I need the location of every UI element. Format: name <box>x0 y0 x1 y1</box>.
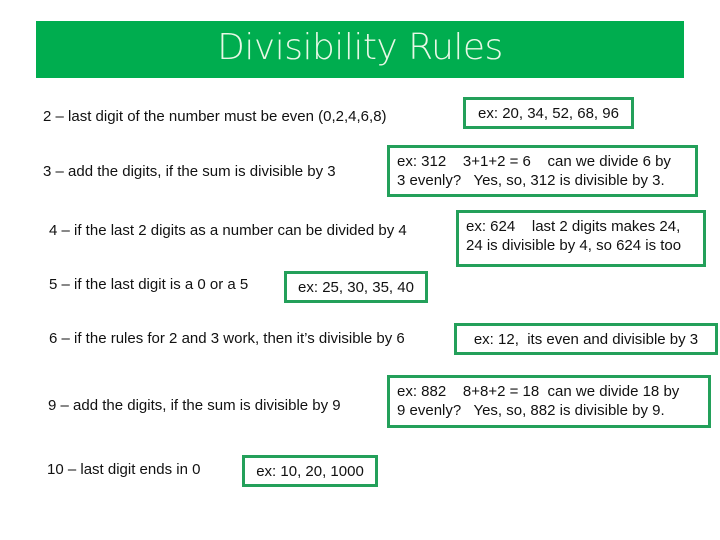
rule-5-example-box: ex: 25, 30, 35, 40 <box>284 271 428 303</box>
rule-6-example-line-1: ex: 12, its even and divisible by 3 <box>473 330 699 348</box>
rule-3-example-box: ex: 312 3+1+2 = 6 can we divide 6 by 3 e… <box>387 145 698 197</box>
rule-4-example-box: ex: 624 last 2 digits makes 24, 24 is di… <box>456 210 706 267</box>
rule-3-text: 3 – add the digits, if the sum is divisi… <box>43 163 336 180</box>
rule-6-text: 6 – if the rules for 2 and 3 work, then … <box>49 330 405 347</box>
rule-4-example-line-1: ex: 624 last 2 digits makes 24, <box>466 218 681 235</box>
rule-9-example-line-1: ex: 882 8+8+2 = 18 can we divide 18 by <box>397 383 680 400</box>
rule-6-example-box: ex: 12, its even and divisible by 3 <box>454 323 718 355</box>
rule-10-text: 10 – last digit ends in 0 <box>47 461 201 478</box>
rule-2-text: 2 – last digit of the number must be eve… <box>43 108 387 125</box>
title-banner: Divisibility Rules <box>36 21 684 78</box>
rule-9-example-line-2: 9 evenly? Yes, so, 882 is divisible by 9… <box>397 402 665 419</box>
rule-3-example-line-1: ex: 312 3+1+2 = 6 can we divide 6 by <box>397 153 671 170</box>
rule-9-example-box: ex: 882 8+8+2 = 18 can we divide 18 by 9… <box>387 375 711 428</box>
rule-4-example-line-2: 24 is divisible by 4, so 624 is too <box>466 237 682 254</box>
page-title: Divisibility Rules <box>217 27 503 68</box>
rule-2-example-line-1: ex: 20, 34, 52, 68, 96 <box>478 104 619 122</box>
rule-10-example-line-1: ex: 10, 20, 1000 <box>256 462 364 480</box>
rule-5-text: 5 – if the last digit is a 0 or a 5 <box>49 276 249 293</box>
rule-10-example-box: ex: 10, 20, 1000 <box>242 455 378 487</box>
rule-4-text: 4 – if the last 2 digits as a number can… <box>49 222 407 239</box>
rule-9-text: 9 – add the digits, if the sum is divisi… <box>48 397 341 414</box>
rule-2-example-box: ex: 20, 34, 52, 68, 96 <box>463 97 634 129</box>
rule-5-example-line-1: ex: 25, 30, 35, 40 <box>298 278 414 296</box>
rule-3-example-line-2: 3 evenly? Yes, so, 312 is divisible by 3… <box>397 172 665 189</box>
